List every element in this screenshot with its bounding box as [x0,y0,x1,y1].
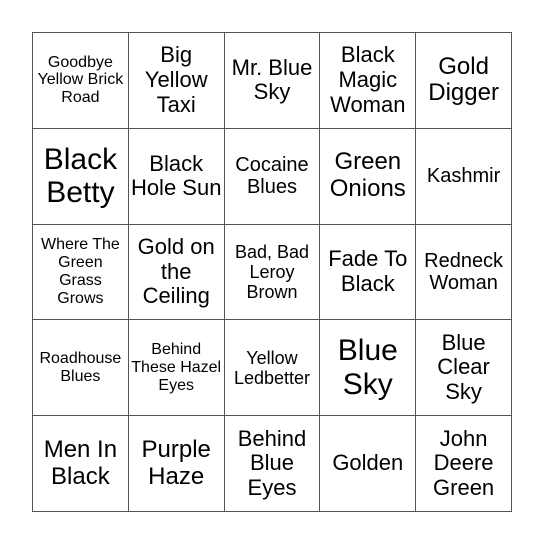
bingo-cell[interactable]: Black Betty [33,128,129,225]
bingo-cell[interactable]: Goodbye Yellow Brick Road [33,33,129,129]
bingo-cell[interactable]: Mr. Blue Sky [224,33,321,129]
bingo-cell[interactable]: Redneck Woman [416,224,512,321]
bingo-board: Goodbye Yellow Brick Road Big Yellow Tax… [32,32,512,512]
bingo-cell[interactable]: Big Yellow Taxi [128,33,225,129]
bingo-cell[interactable]: Blue Clear Sky [416,320,512,417]
bingo-cell[interactable]: Gold Digger [416,33,512,129]
bingo-cell[interactable]: Golden [320,416,417,512]
bingo-cell[interactable]: Yellow Ledbetter [224,320,321,417]
bingo-cell[interactable]: Black Magic Woman [320,33,417,129]
bingo-cell[interactable]: Behind These Hazel Eyes [128,320,225,417]
bingo-cell[interactable]: Black Hole Sun [128,128,225,225]
bingo-cell[interactable]: Bad, Bad Leroy Brown [224,224,321,321]
bingo-cell[interactable]: Behind Blue Eyes [224,416,321,512]
bingo-cell[interactable]: John Deere Green [416,416,512,512]
bingo-cell[interactable]: Kashmir [416,128,512,225]
bingo-cell[interactable]: Green Onions [320,128,417,225]
bingo-cell[interactable]: Cocaine Blues [224,128,321,225]
bingo-cell[interactable]: Gold on the Ceiling [128,224,225,321]
bingo-cell[interactable]: Fade To Black [320,224,417,321]
bingo-cell[interactable]: Where The Green Grass Grows [33,224,129,321]
bingo-cell[interactable]: Men In Black [33,416,129,512]
bingo-cell[interactable]: Roadhouse Blues [33,320,129,417]
bingo-cell[interactable]: Purple Haze [128,416,225,512]
bingo-cell[interactable]: Blue Sky [320,320,417,417]
